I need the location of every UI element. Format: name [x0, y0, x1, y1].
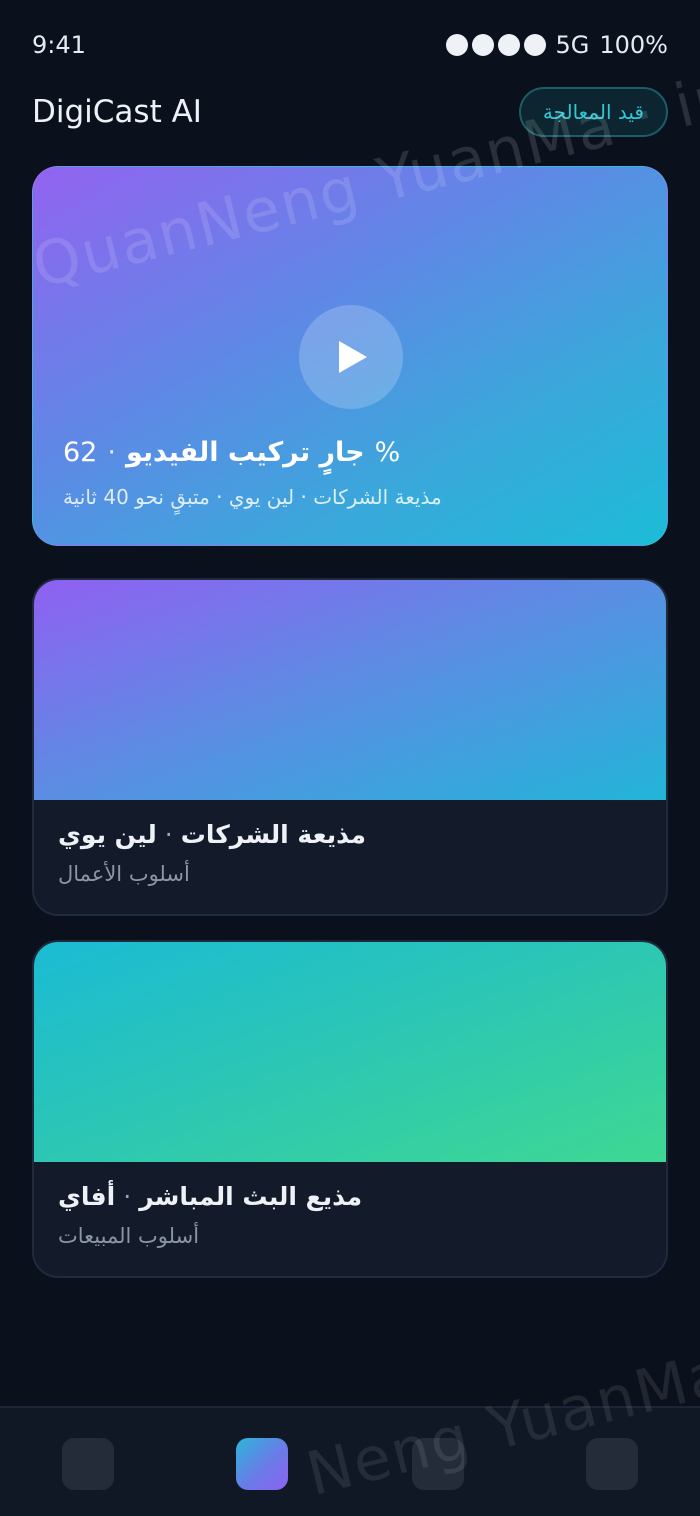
avatar-thumbnail [34, 942, 666, 1162]
avatar-thumbnail [34, 580, 666, 800]
avatar-card-corporate[interactable]: لين يوي · مذيعة الشركات أسلوب الأعمال [32, 578, 668, 916]
status-time: 9:41 [32, 31, 86, 59]
bottom-nav [0, 1406, 700, 1516]
video-preview-card[interactable]: 62 · جارٍ تركيب الفيديو% مذيعة الشركات ·… [32, 166, 668, 546]
avatar-title: أفاي · مذيع البث المباشر [58, 1182, 363, 1211]
avatar-style: أسلوب الأعمال [58, 862, 190, 886]
play-button[interactable] [299, 305, 403, 409]
avatar-person: لين يوي [58, 820, 157, 849]
avatar-card-live[interactable]: أفاي · مذيع البث المباشر أسلوب المبيعات [32, 940, 668, 1278]
avatar-role: مذيعة الشركات [180, 820, 367, 849]
signal-icon [445, 34, 546, 56]
render-subtitle: مذيعة الشركات · لين يوي · متبقٍ نحو 40 ث… [63, 485, 442, 509]
progress-value: 62 [63, 437, 98, 468]
nav-item-2-active[interactable] [236, 1438, 288, 1490]
nav-item-4[interactable] [586, 1438, 638, 1490]
status-bar: 9:41 5G 100% [32, 28, 668, 62]
battery-label: 100% [599, 31, 668, 59]
network-label: 5G [555, 31, 590, 59]
render-status: 62 · جارٍ تركيب الفيديو% [63, 437, 401, 468]
avatar-style: أسلوب المبيعات [58, 1224, 200, 1248]
play-icon [339, 341, 367, 373]
avatar-person: أفاي [58, 1182, 116, 1211]
processing-badge[interactable]: قيد المعالجة [518, 87, 668, 137]
screen: 9:41 5G 100% DigiCast AI قيد المعالجة 62… [0, 0, 700, 1516]
avatar-role: مذيع البث المباشر [139, 1182, 363, 1211]
app-header: DigiCast AI قيد المعالجة [32, 86, 668, 138]
status-indicators: 5G 100% [445, 31, 668, 59]
nav-item-1[interactable] [62, 1438, 114, 1490]
percent-sign: % [374, 437, 401, 468]
avatar-title: لين يوي · مذيعة الشركات [58, 820, 367, 849]
status-text: جارٍ تركيب الفيديو [125, 437, 365, 468]
app-title: DigiCast AI [32, 94, 202, 130]
nav-item-3[interactable] [412, 1438, 464, 1490]
